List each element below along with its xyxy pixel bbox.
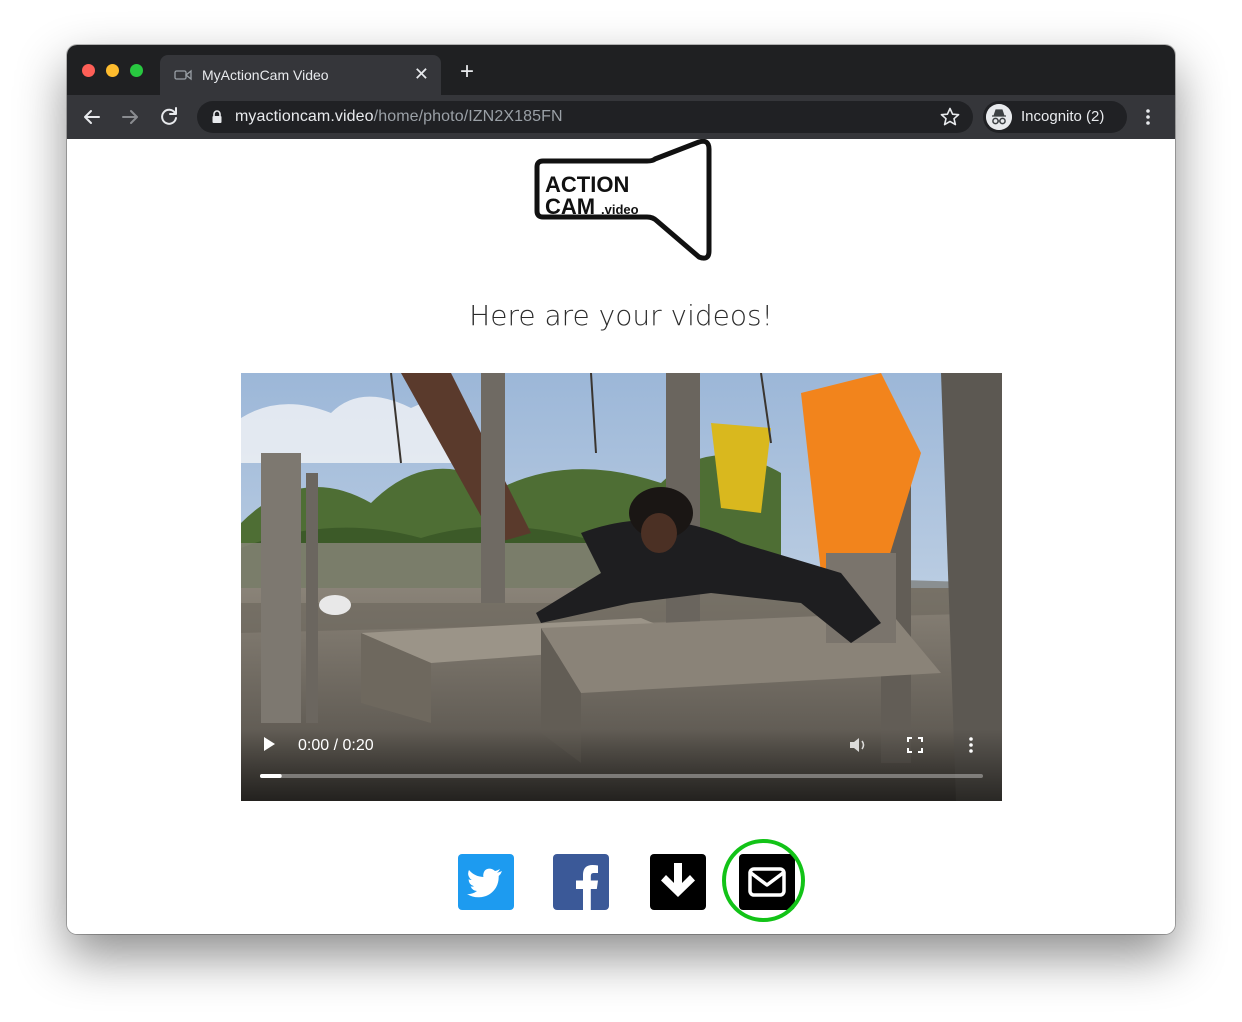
camera-favicon-icon: [174, 69, 192, 81]
email-button-highlight-circle: [722, 839, 805, 922]
page-heading: Here are your videos!: [469, 299, 773, 332]
actioncam-logo: ACTION CAM .video: [534, 139, 712, 261]
video-controls: 0:00 / 0:20: [241, 729, 1002, 801]
incognito-profile-button[interactable]: Incognito (2): [983, 101, 1127, 133]
tab-strip: MyActionCam Video ✕ +: [67, 45, 1175, 95]
forward-arrow-icon[interactable]: [117, 104, 143, 130]
url-text[interactable]: myactioncam.video/home/photo/IZN2X185FN: [235, 108, 563, 126]
minimize-window-button[interactable]: [106, 64, 119, 77]
download-button[interactable]: [650, 854, 706, 910]
more-menu-icon[interactable]: [1141, 107, 1155, 127]
video-progress-bar[interactable]: [260, 773, 983, 779]
tab-close-icon[interactable]: ✕: [414, 64, 429, 84]
lock-icon: [212, 110, 222, 123]
logo-suffix: .video: [601, 202, 639, 217]
video-time: 0:00 / 0:20: [298, 737, 374, 754]
url-host: myactioncam.video: [235, 108, 374, 125]
bookmark-star-icon[interactable]: [939, 106, 961, 128]
address-bar[interactable]: myactioncam.video/home/photo/IZN2X185FN: [197, 101, 973, 133]
facebook-share-button[interactable]: [553, 854, 609, 910]
browser-window: MyActionCam Video ✕ + myactioncam.video/…: [67, 45, 1175, 934]
incognito-label: Incognito (2): [1021, 108, 1105, 125]
video-more-icon[interactable]: [967, 736, 975, 754]
reload-icon[interactable]: [156, 104, 182, 130]
logo-line2: CAM: [545, 194, 595, 219]
close-window-button[interactable]: [82, 64, 95, 77]
video-progress-fill: [260, 774, 282, 778]
volume-icon[interactable]: [847, 735, 869, 755]
new-tab-button[interactable]: +: [460, 60, 474, 84]
video-player[interactable]: 0:00 / 0:20: [241, 373, 1002, 801]
zoom-window-button[interactable]: [130, 64, 143, 77]
twitter-share-button[interactable]: [458, 854, 514, 910]
url-path: /home/photo/IZN2X185FN: [373, 108, 563, 125]
back-arrow-icon[interactable]: [79, 104, 105, 130]
tab-title: MyActionCam Video: [202, 67, 329, 83]
incognito-icon: [986, 104, 1012, 130]
page-content: ACTION CAM .video Here are your videos!: [67, 139, 1175, 934]
fullscreen-icon[interactable]: [907, 737, 923, 753]
play-icon[interactable]: [261, 735, 277, 753]
tab-myactioncam[interactable]: MyActionCam Video ✕: [160, 55, 441, 95]
browser-toolbar: myactioncam.video/home/photo/IZN2X185FN …: [67, 95, 1175, 139]
